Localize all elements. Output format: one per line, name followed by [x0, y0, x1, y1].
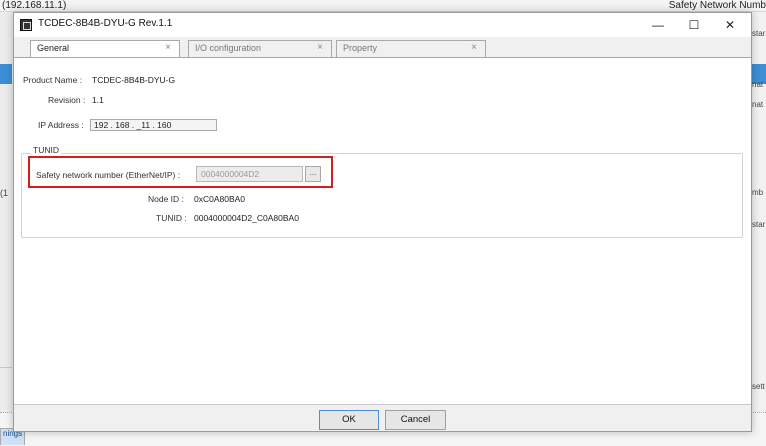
general-panel: Product Name : TCDEC-8B4B-DYU-G Revision… — [14, 57, 751, 405]
revision-value: 1.1 — [92, 95, 104, 105]
background-column-header: Safety Network Numb — [668, 0, 766, 11]
tab-close-icon[interactable]: × — [165, 42, 171, 53]
safety-network-number-browse-button[interactable]: ... — [305, 166, 321, 182]
minimize-icon: — — [652, 18, 664, 32]
close-icon: ✕ — [724, 18, 736, 32]
ok-button[interactable]: OK — [319, 410, 379, 430]
background-divider — [0, 367, 12, 368]
maximize-button[interactable]: ☐ — [676, 13, 712, 37]
tunid-group-title: TUNID — [31, 145, 61, 155]
background-selected-row — [0, 64, 12, 84]
background-right-fragment: sett — [752, 382, 765, 391]
background-left-strip: (1 — [0, 12, 12, 412]
cancel-button[interactable]: Cancel — [385, 410, 446, 430]
close-button[interactable]: ✕ — [712, 13, 748, 37]
safety-network-number-label: Safety network number (EtherNet/IP) : — [36, 170, 181, 180]
tab-strip: General × I/O configuration × Property × — [26, 40, 746, 58]
tab-close-icon[interactable]: × — [471, 42, 477, 53]
tab-io-label: I/O configuration — [195, 43, 262, 53]
product-name-label: Product Name : — [23, 75, 83, 85]
dialog-title: TCDEC-8B4B-DYU-G Rev.1.1 — [38, 18, 173, 29]
safety-network-number-field[interactable]: 0004000004D2 — [196, 166, 303, 182]
background-right-fragment: nat — [752, 100, 764, 109]
background-right-fragment: star — [752, 29, 766, 38]
ip-address-label: IP Address : — [38, 120, 84, 130]
tab-property-label: Property — [343, 43, 378, 53]
background-right-fragment: star — [752, 220, 766, 229]
background-right-fragment: nat — [752, 80, 764, 89]
node-id-value: 0xC0A80BA0 — [194, 194, 246, 204]
revision-label: Revision : — [48, 95, 86, 105]
maximize-icon: ☐ — [688, 18, 700, 32]
background-left-fragment: (1 — [0, 188, 9, 198]
device-dialog: TCDEC-8B4B-DYU-G Rev.1.1 — ☐ ✕ General ×… — [13, 12, 752, 432]
tunid-value: 0004000004D2_C0A80BA0 — [194, 213, 299, 223]
background-ip-text: (192.168.11.1) — [2, 0, 67, 11]
node-id-label: Node ID : — [148, 194, 184, 204]
ip-address-field[interactable]: 192 . 168 . _11 . 160 — [90, 119, 217, 131]
background-right-fragment: mb — [752, 188, 764, 197]
tab-general[interactable]: General × — [30, 40, 180, 58]
tab-close-icon[interactable]: × — [317, 42, 323, 53]
product-name-value: TCDEC-8B4B-DYU-G — [92, 75, 176, 85]
tab-general-label: General — [37, 43, 70, 53]
background-right-strip: star nat nat mb star sett — [751, 12, 766, 412]
background-header: (192.168.11.1) Safety Network Numb — [0, 0, 766, 12]
tab-io-configuration[interactable]: I/O configuration × — [188, 40, 332, 57]
tab-property[interactable]: Property × — [336, 40, 486, 57]
minimize-button[interactable]: — — [640, 13, 676, 37]
tunid-label: TUNID : — [156, 213, 187, 223]
app-icon — [20, 19, 32, 31]
dialog-titlebar[interactable]: TCDEC-8B4B-DYU-G Rev.1.1 — ☐ ✕ — [14, 13, 751, 37]
